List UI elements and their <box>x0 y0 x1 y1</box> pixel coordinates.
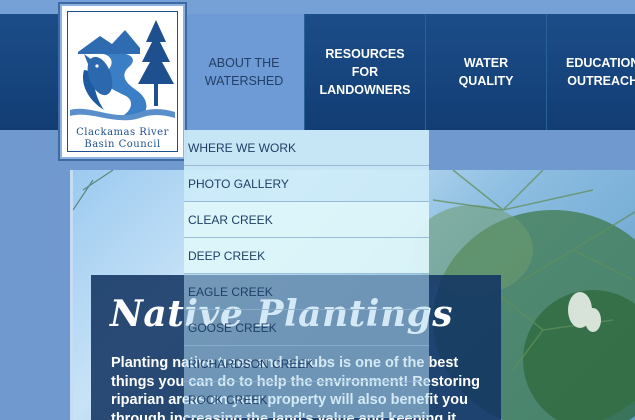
about-dropdown-menu: WHERE WE WORK PHOTO GALLERY CLEAR CREEK … <box>184 130 429 418</box>
nav-item-water-quality[interactable]: WATER QUALITY <box>426 14 546 130</box>
nav-item-about-the-watershed[interactable]: ABOUT THE WATERSHED <box>184 14 304 130</box>
dropdown-item-goose-creek[interactable]: GOOSE CREEK <box>184 310 429 346</box>
dropdown-item-eagle-creek[interactable]: EAGLE CREEK <box>184 274 429 310</box>
dropdown-item-where-we-work[interactable]: WHERE WE WORK <box>184 130 429 166</box>
nav-item-education-outreach[interactable]: EDUCATION OUTREACH <box>547 14 635 130</box>
nav-item-resources-for-landowners[interactable]: RESOURCES FOR LANDOWNERS <box>305 14 425 130</box>
dropdown-item-rock-creek[interactable]: ROCK CREEK <box>184 382 429 418</box>
dropdown-item-clear-creek[interactable]: CLEAR CREEK <box>184 202 429 238</box>
logo-text-line1: Clackamas River <box>76 127 169 138</box>
site-logo[interactable]: Clackamas River Basin Council <box>60 4 185 159</box>
logo-text-line2: Basin Council <box>84 139 161 150</box>
dropdown-item-richardson-creek[interactable]: RICHARDSON CREEK <box>184 346 429 382</box>
river-fish-tree-logo-icon <box>70 20 175 121</box>
dropdown-item-deep-creek[interactable]: DEEP CREEK <box>184 238 429 274</box>
dropdown-item-photo-gallery[interactable]: PHOTO GALLERY <box>184 166 429 202</box>
